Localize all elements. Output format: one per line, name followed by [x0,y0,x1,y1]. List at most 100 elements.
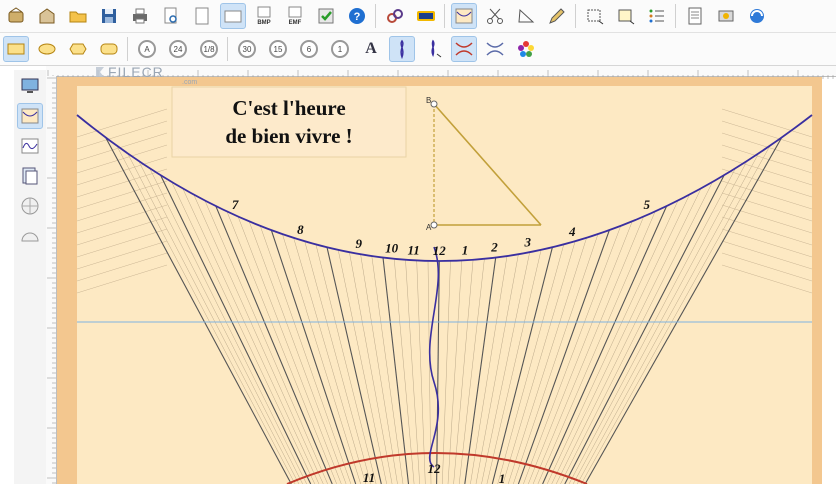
half-dial-icon [21,232,39,242]
export-bmp-button[interactable]: BMP [251,3,277,29]
watermark-text: FILECR [108,64,164,80]
clock-icon: A [138,40,156,58]
cut-button[interactable] [482,3,508,29]
wizard-button[interactable] [3,3,29,29]
bmp-label: BMP [257,20,270,26]
preferences-button[interactable] [713,3,739,29]
hour-label: 9 [355,236,362,251]
wizard-icon [8,7,24,23]
table-view-button[interactable] [17,163,43,189]
clock-icon: 24 [169,40,187,58]
help-button[interactable]: ? [344,3,370,29]
hour-label: 4 [568,224,576,239]
text-tool-button[interactable]: A [358,36,384,62]
ruler-ticks [47,77,56,484]
print-button[interactable] [127,3,153,29]
text-tool-icon: A [365,40,377,57]
compass-view-button[interactable] [17,193,43,219]
clock-eighth-button[interactable]: 1/8 [196,36,222,62]
toolbar-separator [444,4,445,28]
lower-hour-label: 12 [428,461,442,476]
dial-sidebar-button[interactable] [17,103,43,129]
monitor-view-button[interactable] [17,73,43,99]
print-preview-button[interactable] [158,3,184,29]
note-icon [618,9,635,25]
gnomon-point-a[interactable] [430,221,438,229]
gnomon-point-b[interactable] [430,100,438,108]
toolbar-separator [227,37,228,61]
hour-label: 8 [297,222,304,237]
hour-label: 3 [524,235,532,250]
printer-icon [133,8,147,24]
hour-label: 12 [433,243,447,258]
hour-label: 5 [643,197,650,212]
frame-button[interactable] [582,3,608,29]
svg-text:?: ? [354,11,361,23]
shape-rounded-button[interactable] [96,36,122,62]
graph-view-button[interactable] [17,133,43,159]
update-button[interactable] [744,3,770,29]
donate-button[interactable] [413,3,439,29]
page-setup-button[interactable] [220,3,246,29]
clock-icon: 1/8 [200,40,218,58]
draw-button[interactable] [544,3,570,29]
angle-icon [518,8,535,23]
open-folder-button[interactable] [65,3,91,29]
page-landscape-icon [224,10,242,23]
document-button[interactable] [682,3,708,29]
clock-icon: 30 [238,40,256,58]
checklist-icon [318,8,334,24]
save-button[interactable] [96,3,122,29]
date-lines-button[interactable] [451,36,477,62]
clock-6-button[interactable]: 6 [296,36,322,62]
table-icon [22,167,38,185]
dial-motto: C'est l'heure de bien vivre ! [172,94,406,150]
color-button[interactable] [513,36,539,62]
help-icon: ? [349,8,365,24]
measure-button[interactable] [513,3,539,29]
gnomon-label-a: A [426,223,432,232]
emf-icon: EMF [288,6,302,26]
list-button[interactable] [644,3,670,29]
clock-icon: 6 [300,40,318,58]
monitor-icon [21,78,39,93]
preferences-icon [718,10,734,22]
horizontal-ruler [46,66,836,79]
document-icon [688,7,702,25]
rectangle-shape-icon [7,43,25,55]
folder-icon [69,11,87,23]
toolbar-separator [127,37,128,61]
filecr-logo-icon [96,67,104,77]
analemma-button[interactable] [389,36,415,62]
clock-a-button[interactable]: A [134,36,160,62]
main-toolbar: BMP EMF ? [0,0,836,33]
toolbar-separator [375,4,376,28]
graph-icon [21,138,39,154]
scissors-icon [487,8,503,24]
analemma-alt-button[interactable] [420,36,446,62]
dial-view-button[interactable] [451,3,477,29]
watermark-subtext: .com [182,79,198,86]
note-button[interactable] [613,3,639,29]
date-lines-alt-button[interactable] [482,36,508,62]
clock-24-button[interactable]: 24 [165,36,191,62]
shape-octagon-button[interactable] [65,36,91,62]
emf-label: EMF [289,20,302,26]
shape-rectangle-button[interactable] [3,36,29,62]
shape-ellipse-button[interactable] [34,36,60,62]
open-model-button[interactable] [34,3,60,29]
half-dial-view-button[interactable] [17,223,43,249]
clock-30-button[interactable]: 30 [234,36,260,62]
globe-refresh-icon [750,9,764,23]
hour-label: 7 [232,197,239,212]
link-button[interactable] [382,3,408,29]
ellipse-shape-icon [38,43,56,55]
clock-15-button[interactable]: 15 [265,36,291,62]
clock-icon: 1 [331,40,349,58]
check-button[interactable] [313,3,339,29]
clock-1-button[interactable]: 1 [327,36,353,62]
view-sidebar [14,70,47,484]
preview-icon [164,7,177,24]
page-button[interactable] [189,3,215,29]
export-emf-button[interactable]: EMF [282,3,308,29]
